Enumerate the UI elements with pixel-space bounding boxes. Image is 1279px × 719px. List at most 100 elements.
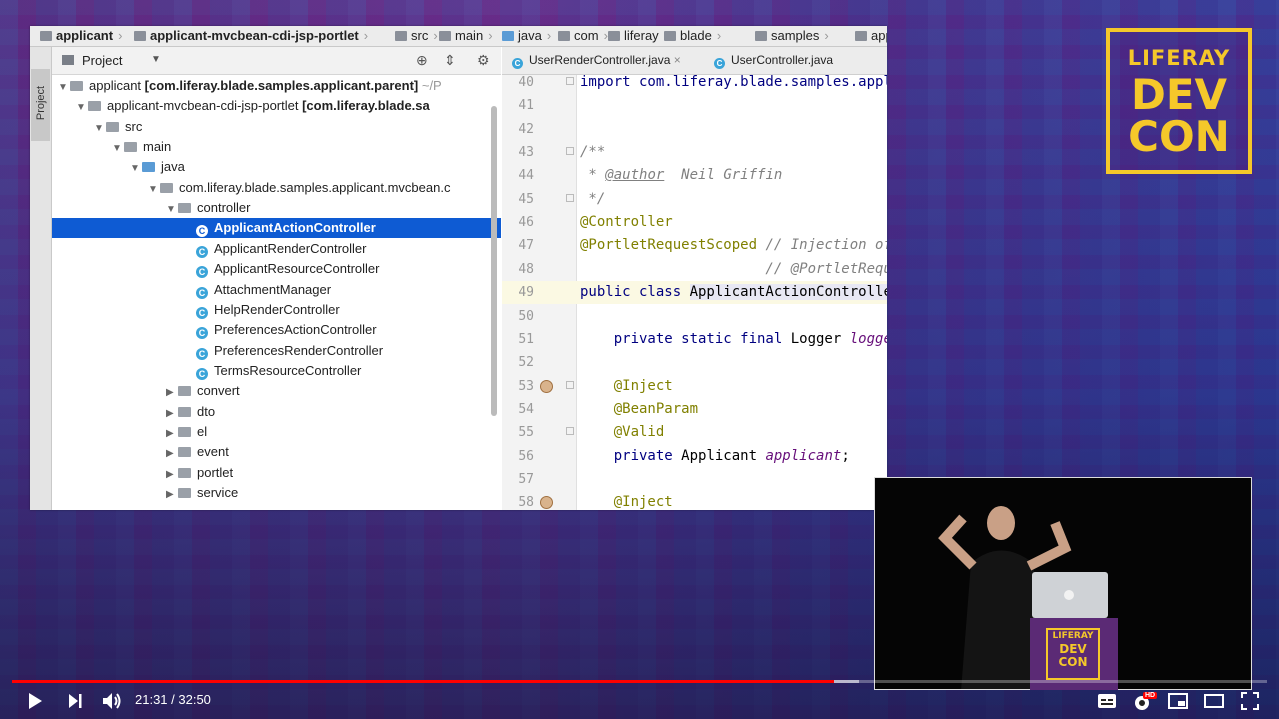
folder-tree-item[interactable]: ▶ service: [52, 483, 501, 503]
code-token: @Controller: [580, 214, 673, 231]
folder-tree-item[interactable]: ▼ applicant [com.liferay.blade.samples.ap…: [52, 76, 501, 96]
code-token: @Valid: [580, 424, 665, 441]
class-icon: C: [196, 286, 208, 299]
folder-tree-item[interactable]: ▼ java: [52, 157, 501, 177]
folder-tree-item[interactable]: ▼ com.liferay.blade.samples.applicant.mvc…: [52, 178, 501, 198]
collapse-all-icon[interactable]: ⇕: [444, 52, 456, 69]
tree-scrollbar[interactable]: [491, 106, 497, 416]
tree-item-label: main: [143, 139, 172, 155]
class-tree-item[interactable]: C AttachmentManager: [52, 280, 501, 300]
module-icon: [88, 101, 101, 112]
code-text: @Controller: [580, 211, 673, 234]
volume-icon[interactable]: [101, 691, 123, 711]
folder-tree-item[interactable]: ▶ event: [52, 442, 501, 462]
breadcrumb-item[interactable]: blade ›: [664, 28, 721, 44]
collapsed-arrow-icon[interactable]: ▶: [166, 444, 178, 464]
expanded-arrow-icon[interactable]: ▼: [76, 98, 88, 118]
close-icon[interactable]: ×: [670, 53, 681, 67]
folder-tree-item[interactable]: ▶ convert: [52, 381, 501, 401]
code-token: ApplicantActionController: [689, 284, 887, 301]
laptop: [1032, 572, 1108, 618]
breadcrumb-item[interactable]: samples ›: [755, 28, 829, 44]
class-tree-item[interactable]: C ApplicantActionController: [52, 218, 501, 239]
folder-icon: [439, 31, 451, 41]
logo-line-3: CON: [1128, 112, 1230, 161]
collapsed-arrow-icon[interactable]: ▶: [166, 424, 178, 444]
line-number: 52: [518, 355, 534, 371]
code-editor[interactable]: 40 import com.liferay.blade.samples.appli…: [502, 75, 887, 510]
folder-tree-item[interactable]: ▶ portlet: [52, 463, 501, 483]
miniplayer-icon[interactable]: [1168, 693, 1188, 709]
fold-marker-icon[interactable]: [566, 427, 574, 436]
injection-marker-icon[interactable]: [540, 379, 553, 393]
breadcrumb-item[interactable]: applic: [855, 28, 887, 44]
code-token: @BeanParam: [580, 400, 699, 417]
class-tree-item[interactable]: C TermsResourceController: [52, 361, 501, 381]
folder-icon: [855, 31, 867, 41]
breadcrumb-item[interactable]: applicant ›: [40, 28, 122, 44]
project-tree: ▼ applicant [com.liferay.blade.samples.ap…: [52, 75, 501, 510]
fold-marker-icon[interactable]: [566, 193, 574, 202]
fold-marker-icon[interactable]: [566, 77, 574, 85]
collapsed-arrow-icon[interactable]: ▶: [166, 465, 178, 485]
logo-line-2: DEV: [1130, 70, 1228, 119]
source-folder-icon: [142, 162, 155, 173]
editor-tab[interactable]: C UserRenderController.java ×: [512, 53, 681, 69]
class-icon: C: [512, 58, 523, 69]
breadcrumb-item[interactable]: java ›: [502, 28, 551, 44]
breadcrumb-item[interactable]: com ›: [558, 28, 608, 44]
collapsed-arrow-icon[interactable]: ▶: [166, 404, 178, 424]
folder-tree-item[interactable]: ▼ main: [52, 137, 501, 157]
breadcrumb-item[interactable]: liferay›: [608, 28, 668, 44]
locate-icon[interactable]: ⊕: [416, 52, 428, 69]
code-token: applicant: [765, 447, 842, 464]
play-icon[interactable]: [26, 692, 44, 710]
class-tree-item[interactable]: C ApplicantRenderController: [52, 239, 501, 259]
folder-tree-item[interactable]: ▼ src: [52, 117, 501, 137]
breadcrumb-separator-icon: ›: [716, 28, 722, 43]
gear-icon[interactable]: ⚙: [477, 52, 490, 69]
fold-marker-icon[interactable]: [566, 380, 574, 389]
code-token: public class: [580, 284, 690, 301]
code-line: 41: [502, 94, 887, 117]
class-icon: C: [196, 306, 208, 319]
code-text: public class ApplicantActionController: [580, 281, 887, 304]
breadcrumb-item[interactable]: src ›: [395, 28, 438, 44]
editor-tab[interactable]: C UserController.java: [714, 53, 833, 69]
project-tool-tab[interactable]: Project: [31, 69, 50, 141]
chevron-down-icon[interactable]: ▼: [151, 54, 161, 65]
class-tree-item[interactable]: C PreferencesActionController: [52, 320, 501, 340]
expanded-arrow-icon[interactable]: ▼: [94, 119, 106, 139]
collapsed-arrow-icon[interactable]: ▶: [166, 383, 178, 403]
tree-item-path: ~/P: [418, 78, 442, 93]
collapsed-arrow-icon[interactable]: ▶: [166, 485, 178, 505]
class-tree-item[interactable]: C HelpRenderController: [52, 300, 501, 320]
expanded-arrow-icon[interactable]: ▼: [130, 159, 142, 179]
theater-mode-icon[interactable]: [1204, 694, 1224, 708]
tree-item-label: TermsResourceController: [214, 362, 362, 378]
fold-marker-icon[interactable]: [566, 147, 574, 156]
next-icon[interactable]: [67, 693, 83, 709]
folder-tree-item[interactable]: ▶ dto: [52, 402, 501, 422]
breadcrumb-item[interactable]: main ›: [439, 28, 493, 44]
fullscreen-icon[interactable]: [1241, 692, 1259, 710]
class-tree-item[interactable]: C PreferencesRenderController: [52, 341, 501, 361]
ide-window: applicant › applicant-mvcbean-cdi-jsp-port…: [30, 26, 887, 510]
podium-logo: LIFERAY DEV CON: [1046, 628, 1100, 680]
code-text: /**: [580, 141, 605, 164]
expanded-arrow-icon[interactable]: ▼: [166, 200, 178, 220]
expanded-arrow-icon[interactable]: ▼: [58, 78, 70, 98]
expanded-arrow-icon[interactable]: ▼: [112, 139, 124, 159]
folder-tree-item[interactable]: ▼ applicant-mvcbean-cdi-jsp-portlet [com.…: [52, 96, 501, 116]
project-view-selector[interactable]: Project: [82, 53, 122, 68]
folder-tree-item[interactable]: ▼ controller: [52, 198, 501, 218]
tree-item-label: convert: [197, 383, 240, 399]
breadcrumb-item[interactable]: applicant-mvcbean-cdi-jsp-portlet ›: [134, 28, 368, 44]
tree-item-label: ApplicantActionController: [214, 220, 376, 236]
injection-marker-icon[interactable]: [540, 496, 553, 510]
expanded-arrow-icon[interactable]: ▼: [148, 180, 160, 200]
folder-tree-item[interactable]: ▶ el: [52, 422, 501, 442]
line-number: 43: [518, 145, 534, 161]
subtitles-icon[interactable]: [1097, 693, 1117, 709]
class-tree-item[interactable]: C ApplicantResourceController: [52, 259, 501, 279]
